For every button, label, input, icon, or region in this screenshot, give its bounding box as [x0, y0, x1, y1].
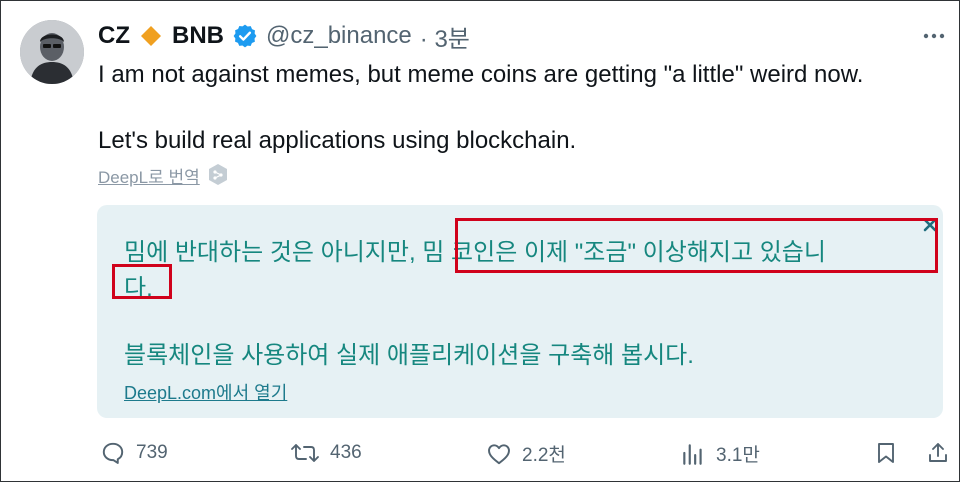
- highlight-box: [455, 218, 938, 273]
- tweet-text-line-2: Let's build real applications using bloc…: [98, 127, 577, 154]
- open-in-deepl-link[interactable]: DeepL.com에서 열기: [124, 379, 287, 405]
- retweet-count: 436: [330, 442, 362, 463]
- deepl-translate-link[interactable]: DeepL로 번역: [98, 162, 228, 188]
- author-name-suffix[interactable]: BNB: [172, 22, 224, 50]
- author-name[interactable]: CZ: [98, 22, 130, 50]
- deepl-translate-label[interactable]: DeepL로 번역: [98, 163, 200, 188]
- view-count: 3.1만: [716, 445, 760, 466]
- author-handle[interactable]: @cz_binance: [266, 22, 412, 50]
- more-options-button[interactable]: [920, 22, 948, 50]
- tweet-header: CZ BNB @cz_binance · 3분: [98, 19, 470, 54]
- views-button[interactable]: 3.1만: [680, 440, 760, 467]
- reply-bubble-icon: [102, 442, 124, 464]
- like-button[interactable]: 2.2천: [486, 440, 566, 467]
- retweet-button[interactable]: 436: [290, 440, 362, 466]
- bookmark-button[interactable]: [874, 440, 908, 466]
- bookmark-icon: [878, 443, 894, 463]
- deepl-logo-icon: [208, 164, 227, 185]
- reply-count: 739: [136, 442, 168, 463]
- reply-button[interactable]: 739: [100, 440, 168, 466]
- retweet-icon: [291, 444, 319, 462]
- tweet-time[interactable]: · 3분: [420, 19, 470, 54]
- bnb-diamond-icon: [141, 26, 161, 46]
- highlight-box: [112, 264, 172, 299]
- share-button[interactable]: [926, 440, 960, 466]
- ellipsis-icon: [923, 33, 945, 39]
- analytics-bars-icon: [683, 443, 702, 465]
- translation-line-3: 블록체인을 사용하여 실제 애플리케이션을 구축해 봅시다.: [124, 342, 694, 369]
- avatar[interactable]: [20, 20, 84, 84]
- like-count: 2.2천: [522, 445, 566, 466]
- share-upload-icon: [929, 443, 947, 462]
- heart-icon: [488, 443, 510, 464]
- verified-badge-icon: [233, 24, 257, 48]
- tweet-text-line-1: I am not against memes, but meme coins a…: [98, 61, 864, 88]
